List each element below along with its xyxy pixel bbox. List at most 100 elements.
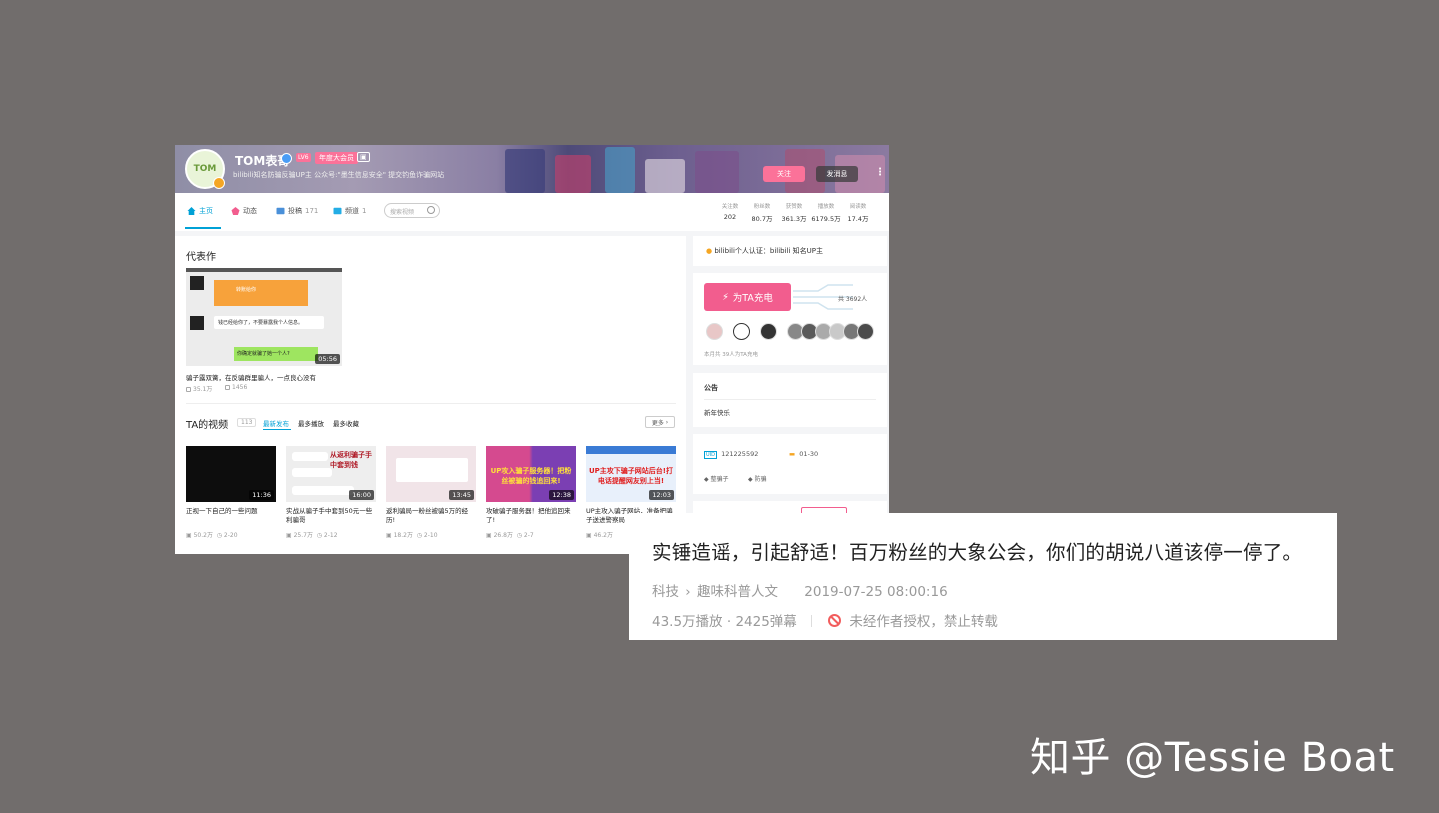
video-duration: 11:36 [249,490,274,500]
tab-home-label: 主页 [199,207,213,215]
vip-badge: 年度大会员 [315,152,358,164]
charge-button[interactable]: ⚡ 为TA充电 [704,283,791,311]
stat-plays: 播放数 6179.5万 [810,202,842,223]
notice-card: 公告 新年快乐 [693,373,887,427]
video-views: 18.2万 [393,532,413,539]
tab-channel-label: 频道 [345,207,359,215]
level-badge: LV6 [296,153,311,162]
dynamic-icon [231,207,240,215]
video-meta: ▣ 26.8万 ◷ 2-7 [486,532,534,539]
charger-avatar[interactable] [733,323,750,340]
message-button[interactable]: 发消息 [816,166,858,182]
stat-value: 202 [723,213,737,221]
profile-banner: TOM TOM表哥 LV6 年度大会员 ▣ bilibili知名防骗反骗UP主 … [175,145,889,193]
video-duration: 16:00 [349,490,374,500]
video-category-row: 科技 › 趣味科普人文 2019-07-25 08:00:16 [652,580,948,600]
stat-key: 粉丝数 [753,204,771,210]
tag-icon: ◆ [704,476,709,483]
category-link[interactable]: 科技 [652,584,679,600]
stat-key: 获赞数 [785,204,803,210]
verify-badge-icon: ● [706,247,713,255]
stat-likes: 获赞数 361.3万 [778,202,810,223]
video-thumbnail[interactable]: 从返利骗子手中套到钱 16:00 [286,446,376,502]
charger-avatar[interactable] [706,323,723,340]
no-repost-icon [828,614,842,627]
charge-total: 共 3692人 [838,296,868,303]
video-views: 25.7万 [293,532,313,539]
user-avatar[interactable]: TOM [185,149,225,189]
zhihu-watermark: 知乎 @Tessie Boat [1030,735,1395,781]
video-thumbnail[interactable]: 13:45 [386,446,476,502]
stat-value: 361.3万 [781,215,807,223]
tab-channel[interactable]: 频道 1 [333,206,366,216]
charger-avatar[interactable] [857,323,874,340]
video-views: 46.2万 [593,532,613,539]
video-duration: 12:03 [649,490,674,500]
video-title[interactable]: 正视一下自己的一些问题 [186,507,276,527]
tab-dynamic[interactable]: 动态 [231,206,257,216]
video-thumbnail[interactable]: UP攻入骗子服务器！把粉丝被骗的钱追回来! 12:38 [486,446,576,502]
birthday-value: 01-30 [799,450,819,458]
sort-tab-indicator [263,429,291,430]
stat-value: 6179.5万 [811,215,841,223]
video-date: 2-12 [323,532,338,539]
danmaku-count: 2425弹幕 [735,614,797,630]
copyright-notice: 未经作者授权，禁止转载 [849,614,998,630]
sort-tab-favorites[interactable]: 最多收藏 [333,418,359,428]
stat-fans[interactable]: 粉丝数 80.7万 [746,202,778,223]
home-icon [187,207,196,215]
uid-row: UID 121225592 [704,450,759,459]
tag-label: 防骗 [754,476,767,483]
chat-bubble-green: 你确定就骗了她一个人? [234,347,318,361]
video-duration: 13:45 [449,490,474,500]
video-views: 50.2万 [193,532,213,539]
video-title[interactable]: 返利骗局一粉丝被骗5万的经历! [386,507,476,527]
more-options-icon[interactable]: ⋮ [875,167,885,178]
representative-danmaku: 1456 [225,384,247,391]
stat-key: 关注数 [721,204,739,210]
video-card[interactable]: UP攻入骗子服务器！把粉丝被骗的钱追回来! 12:38 攻破骗子服务器！把他追回… [486,446,576,539]
video-thumbnail[interactable]: UP主攻下骗子网站后台!打电话提醒网友别上当! 12:03 [586,446,676,502]
video-date: 2-7 [523,532,534,539]
video-duration: 05:56 [315,354,340,364]
video-meta: ▣ 50.2万 ◷ 2-20 [186,532,238,539]
user-signature: bilibili知名防骗反骗UP主 公众号:"墨生信息安全" 提交钓鱼诈骗网站 [233,171,445,179]
tab-dynamic-label: 动态 [243,207,257,215]
representative-video-title[interactable]: 骗子露双簧，在反骗群里骗人，一点良心没有 [186,372,316,382]
video-card[interactable]: 13:45 返利骗局一粉丝被骗5万的经历! ▣ 18.2万 ◷ 2-10 [386,446,476,539]
representative-video-thumbnail[interactable]: 转账给你 钱已经给你了，不要暴露我个人信息。 你确定就骗了她一个人? 05:56 [186,268,342,366]
video-search-input[interactable]: 搜索视频 [384,203,440,218]
video-meta: ▣ 25.7万 ◷ 2-12 [286,532,338,539]
sort-tab-latest[interactable]: 最新发布 [263,418,289,428]
space-nav: 主页 动态 投稿 171 频道 1 搜索视频 关注数 202 粉丝数 80.7万 获… [175,193,889,231]
video-card[interactable]: 从返利骗子手中套到钱 16:00 实战从骗子手中套到50元一些利骗哥 ▣ 25.… [286,446,376,539]
tab-submissions[interactable]: 投稿 171 [276,206,318,216]
subcategory-link[interactable]: 趣味科普人文 [697,584,778,600]
video-icon [276,207,285,215]
search-icon[interactable] [427,206,435,214]
video-card[interactable]: 11:36 正视一下自己的一些问题 ▣ 50.2万 ◷ 2-20 [186,446,276,539]
verify-text: ● bilibili个人认证：bilibili 知名UP主 [706,246,823,256]
video-thumbnail[interactable]: 11:36 [186,446,276,502]
cake-icon: ▬ [789,450,796,458]
channel-icon [333,207,342,215]
uid-value: 121225592 [721,450,759,458]
video-title[interactable]: 实战从骗子手中套到50元一些利骗哥 [286,507,376,527]
video-meta: ▣ 18.2万 ◷ 2-10 [386,532,438,539]
tab-home[interactable]: 主页 [187,206,213,216]
video-title[interactable]: 攻破骗子服务器！把他追回来了! [486,507,576,527]
tag-item[interactable]: ◆ 整骗子 [704,474,729,483]
danmaku-icon [225,385,230,390]
danmaku-value: 1456 [232,384,248,391]
representative-heading: 代表作 [186,252,216,263]
videos-count: 113 [237,418,257,427]
follow-button[interactable]: 关注 [763,166,805,182]
notice-text: 新年快乐 [704,409,730,417]
more-videos-button[interactable]: 更多 › [645,416,675,428]
sort-tab-plays[interactable]: 最多播放 [298,418,324,428]
charger-avatar[interactable] [760,323,777,340]
divider [704,399,876,400]
chat-bubble: 钱已经给你了，不要暴露我个人信息。 [214,316,324,329]
stat-following[interactable]: 关注数 202 [714,202,746,221]
tag-item[interactable]: ◆ 防骗 [748,474,767,483]
